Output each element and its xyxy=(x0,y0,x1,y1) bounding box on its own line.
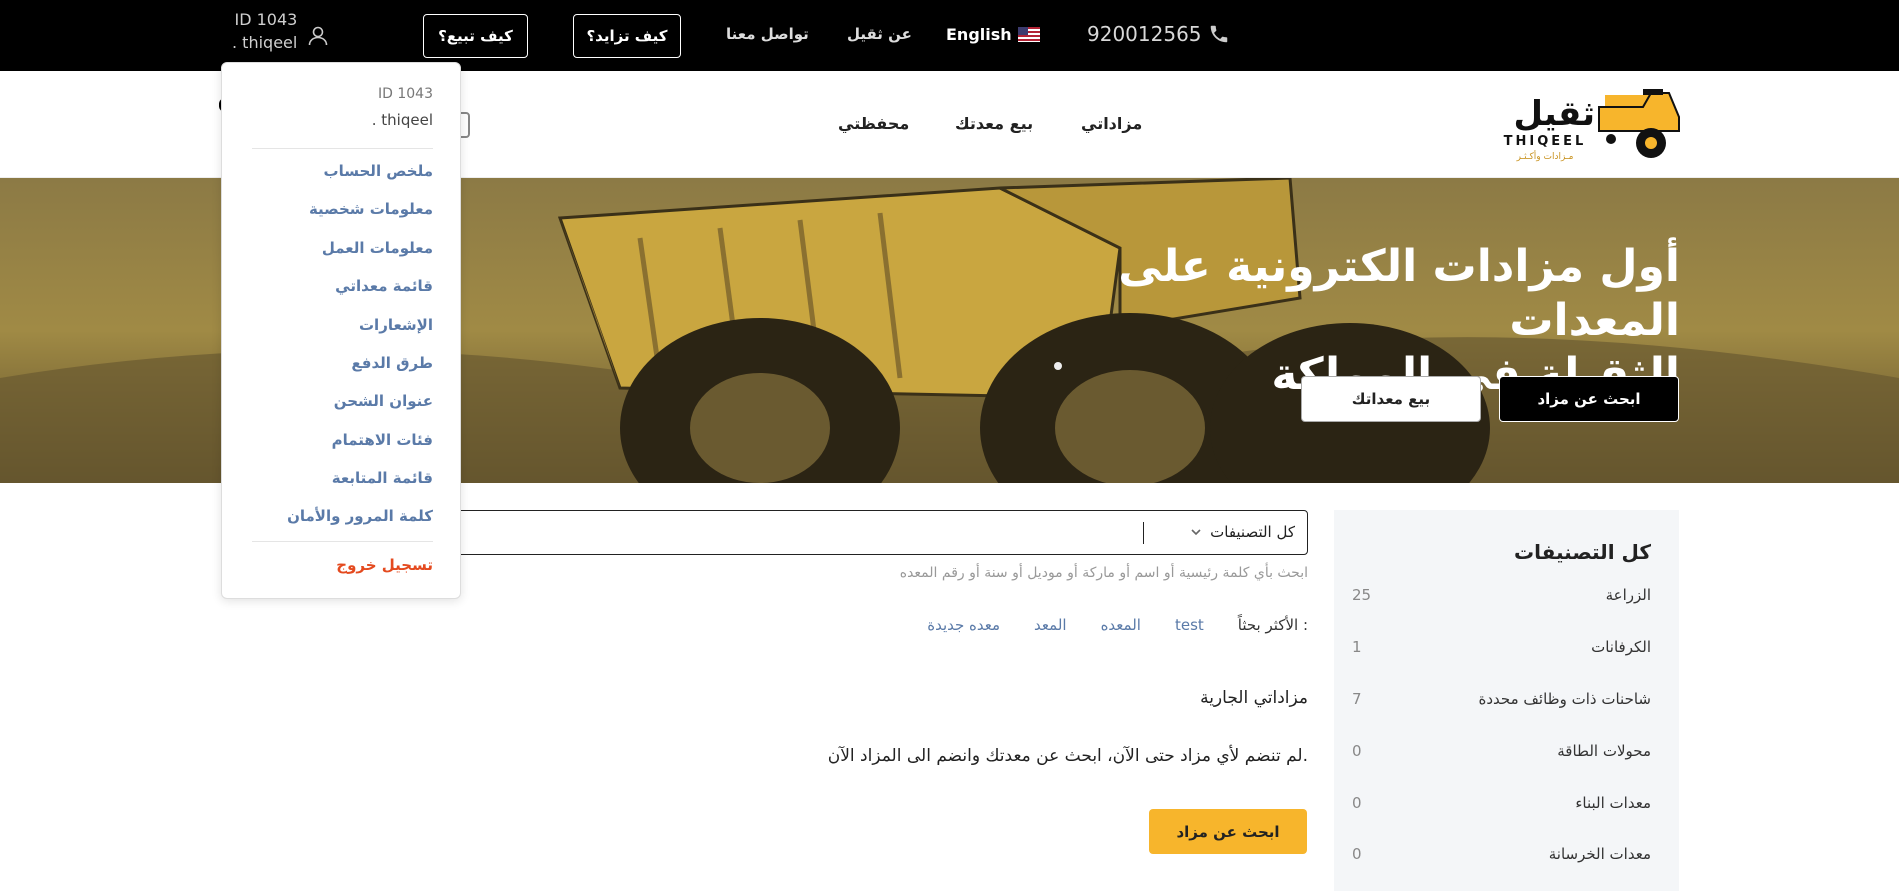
categories-panel: كل التصنيفات 25 الزراعة 1 الكرفانات 7 شا… xyxy=(1334,510,1679,891)
nav-my-auctions[interactable]: مزاداتي xyxy=(1081,114,1142,133)
category-name: الزراعة xyxy=(1605,586,1651,604)
category-count: 0 xyxy=(1352,845,1362,863)
category-item[interactable]: 0 معدات البناء xyxy=(1352,788,1651,818)
category-item[interactable]: 0 محولات الطاقة xyxy=(1352,736,1651,766)
svg-text:مـزادات وأكـثـر: مـزادات وأكـثـر xyxy=(1516,150,1574,162)
menu-account-summary[interactable]: ملخص الحساب xyxy=(324,162,433,180)
menu-password-security[interactable]: كلمة المرور والأمان xyxy=(287,507,433,525)
popular-searches-label: الأكثر بحثاً : xyxy=(1237,616,1308,634)
category-count: 7 xyxy=(1352,690,1362,708)
user-name: . thiqeel xyxy=(232,33,298,52)
category-count: 0 xyxy=(1352,742,1362,760)
logout-button[interactable]: تسجيل خروج xyxy=(336,556,433,574)
empty-auctions-message: لم تنضم لأي مزاد حتى الآن، ابحث عن معدتك… xyxy=(827,746,1308,766)
us-flag-icon xyxy=(1017,27,1040,42)
menu-shipping-address[interactable]: عنوان الشحن xyxy=(334,392,433,410)
find-auction-button[interactable]: ابحث عن مزاد xyxy=(1149,809,1307,854)
dropdown-user-id: ID 1043 xyxy=(378,86,433,102)
about-link[interactable]: عن ثقيل xyxy=(847,25,912,43)
menu-personal-info[interactable]: معلومات شخصية xyxy=(309,200,433,218)
user-id: ID 1043 xyxy=(234,10,298,29)
menu-my-equipment[interactable]: قائمة معداتي xyxy=(335,277,433,295)
nav-wallet[interactable]: محفظتي xyxy=(838,114,909,133)
contact-link[interactable]: تواصل معنا xyxy=(726,25,809,43)
category-name: محولات الطاقة xyxy=(1557,742,1651,760)
popular-tag[interactable]: المعده xyxy=(1101,616,1141,634)
popular-searches: الأكثر بحثاً : test المعده المعد معده جد… xyxy=(700,616,1308,634)
chevron-down-icon xyxy=(1191,529,1201,536)
thiqeel-logo[interactable]: ثقيل THIQEEL مـزادات وأكـثـر xyxy=(1493,85,1680,163)
category-name: شاحنات ذات وظائف محددة xyxy=(1478,690,1652,708)
dropdown-divider xyxy=(252,541,433,542)
user-dropdown-menu: ID 1043 . thiqeel ملخص الحساب معلومات شخ… xyxy=(221,62,461,599)
current-auctions-title: مزاداتي الجارية xyxy=(1200,688,1308,708)
language-label: English xyxy=(946,25,1012,44)
phone-icon xyxy=(1210,25,1227,43)
language-switch[interactable]: English xyxy=(946,25,1040,44)
popular-tag[interactable]: المعد xyxy=(1034,616,1067,634)
category-name: معدات البناء xyxy=(1575,794,1651,812)
category-select-value: كل التصنيفات xyxy=(1210,523,1295,541)
hero-sell-equipment-button[interactable]: بيع معداتك xyxy=(1301,376,1481,422)
popular-tag[interactable]: test xyxy=(1175,616,1204,634)
svg-text:THIQEEL: THIQEEL xyxy=(1504,134,1587,149)
how-to-bid-button[interactable]: كيف تزايد؟ xyxy=(573,14,681,58)
user-menu-trigger[interactable]: ID 1043 . thiqeel xyxy=(232,10,297,52)
hero-search-auction-button[interactable]: ابحث عن مزاد xyxy=(1499,376,1679,422)
category-count: 0 xyxy=(1352,794,1362,812)
menu-notifications[interactable]: الإشعارات xyxy=(359,316,433,334)
nav-sell-equipment[interactable]: بيع معدتك xyxy=(955,114,1033,133)
menu-interest-categories[interactable]: فئات الاهتمام xyxy=(332,431,433,449)
category-item[interactable]: 7 شاحنات ذات وظائف محددة xyxy=(1352,684,1651,714)
phone-link[interactable]: 920012565 xyxy=(1087,22,1230,46)
menu-watchlist[interactable]: قائمة المتابعة xyxy=(332,469,433,487)
dropdown-user-name: . thiqeel xyxy=(371,111,433,129)
search-cursor xyxy=(1142,522,1144,544)
category-count: 1 xyxy=(1352,638,1362,656)
popular-tag[interactable]: معده جديدة xyxy=(927,616,1000,634)
categories-title: كل التصنيفات xyxy=(1513,540,1651,564)
menu-business-info[interactable]: معلومات العمل xyxy=(322,239,433,257)
how-to-sell-button[interactable]: كيف تبيع؟ xyxy=(423,14,528,58)
dropdown-divider xyxy=(252,148,433,149)
category-name: معدات الخرسانة xyxy=(1548,845,1651,863)
category-item[interactable]: 25 الزراعة xyxy=(1352,580,1651,610)
menu-payment-methods[interactable]: طرق الدفع xyxy=(351,354,433,372)
user-icon[interactable] xyxy=(306,24,330,48)
search-hint: ابحث بأي كلمة رئيسية أو اسم أو ماركة أو … xyxy=(899,565,1308,581)
category-select[interactable]: كل التصنيفات xyxy=(1190,523,1295,541)
category-count: 25 xyxy=(1352,586,1372,604)
category-name: الكرفانات xyxy=(1591,638,1651,656)
category-item[interactable]: 0 معدات الخرسانة xyxy=(1352,839,1651,869)
category-item[interactable]: 1 الكرفانات xyxy=(1352,632,1651,662)
svg-text:ثقيل: ثقيل xyxy=(1514,94,1595,134)
phone-number: 920012565 xyxy=(1087,22,1202,46)
